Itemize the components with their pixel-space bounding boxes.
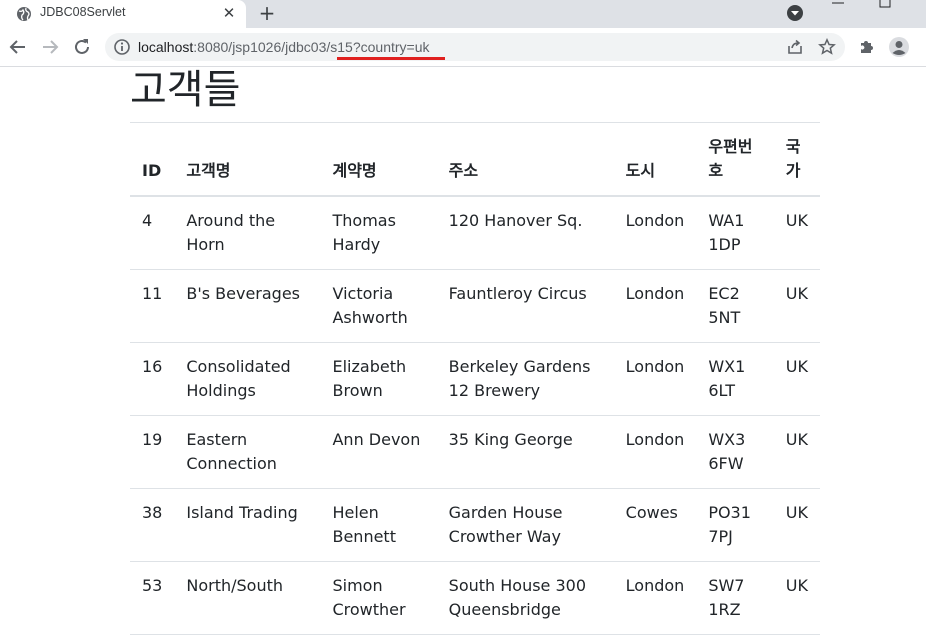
browser-tab[interactable]: JDBC08Servlet ✕	[0, 0, 246, 28]
table-row: 53 North/South Simon Crowther South Hous…	[130, 561, 820, 635]
cell-city: Cowes	[613, 488, 697, 562]
chevron-down-circle-icon[interactable]	[786, 4, 804, 22]
cell-contact-name: Thomas Hardy	[320, 196, 437, 270]
tab-strip: JDBC08Servlet ✕ +	[0, 0, 926, 28]
cell-city: London	[613, 196, 697, 270]
url-annotation-underline	[337, 57, 445, 60]
cell-city: London	[613, 561, 697, 635]
cell-address: South House 300 Queensbridge	[436, 561, 614, 635]
cell-contact-name: Elizabeth Brown	[320, 342, 437, 416]
header-customer-name: 고객명	[174, 123, 321, 197]
cell-id: 53	[130, 561, 175, 635]
cell-postal-code: WX1 6LT	[696, 342, 774, 416]
table-body: 4 Around the Horn Thomas Hardy 120 Hanov…	[130, 196, 820, 635]
cell-address: Garden House Crowther Way	[436, 488, 614, 562]
tab-title: JDBC08Servlet	[40, 5, 126, 19]
cell-customer-name: Around the Horn	[174, 196, 321, 270]
cell-address: Berkeley Gardens 12 Brewery	[436, 342, 614, 416]
cell-id: 38	[130, 488, 175, 562]
url-path: :8080/jsp1026/jdbc03/s15?country=uk	[193, 39, 430, 55]
cell-city: London	[613, 269, 697, 343]
url-text[interactable]: localhost:8080/jsp1026/jdbc03/s15?countr…	[138, 39, 430, 55]
cell-customer-name: Island Trading	[174, 488, 321, 562]
header-city: 도시	[613, 123, 697, 197]
minimize-icon[interactable]	[831, 0, 845, 6]
cell-contact-name: Simon Crowther	[320, 561, 437, 635]
close-icon[interactable]: ✕	[219, 3, 239, 23]
header-address: 주소	[436, 123, 614, 197]
cell-country: UK	[773, 269, 820, 343]
cell-country: UK	[773, 342, 820, 416]
share-icon[interactable]	[786, 38, 804, 56]
cell-customer-name: B's Beverages	[174, 269, 321, 343]
header-country: 국가	[773, 123, 820, 197]
page-title: 고객들	[130, 67, 241, 113]
customers-table: ID 고객명 계약명 주소 도시 우편번호 국가 4 Around the Ho…	[130, 123, 820, 635]
header-contact-name: 계약명	[320, 123, 437, 197]
star-icon[interactable]	[818, 38, 836, 56]
cell-address: 35 King George	[436, 415, 614, 489]
table-row: 16 Consolidated Holdings Elizabeth Brown…	[130, 342, 820, 416]
cell-id: 16	[130, 342, 175, 416]
table-row: 19 Eastern Connection Ann Devon 35 King …	[130, 415, 820, 489]
cell-city: London	[613, 415, 697, 489]
cell-country: UK	[773, 488, 820, 562]
cell-postal-code: WX3 6FW	[696, 415, 774, 489]
cell-postal-code: EC2 5NT	[696, 269, 774, 343]
reload-icon[interactable]	[71, 36, 93, 58]
cell-customer-name: North/South	[174, 561, 321, 635]
cell-contact-name: Victoria Ashworth	[320, 269, 437, 343]
info-icon[interactable]	[113, 38, 131, 56]
profile-icon[interactable]	[888, 36, 910, 58]
maximize-icon[interactable]	[879, 0, 891, 8]
header-id: ID	[130, 123, 175, 197]
arrow-right-icon[interactable]	[39, 36, 61, 58]
cell-address: Fauntleroy Circus	[436, 269, 614, 343]
cell-id: 11	[130, 269, 175, 343]
plus-icon[interactable]: +	[256, 2, 278, 24]
cell-customer-name: Consolidated Holdings	[174, 342, 321, 416]
table-row: 38 Island Trading Helen Bennett Garden H…	[130, 488, 820, 562]
cell-contact-name: Helen Bennett	[320, 488, 437, 562]
puzzle-icon[interactable]	[858, 38, 876, 56]
url-host: localhost	[138, 39, 194, 55]
cell-customer-name: Eastern Connection	[174, 415, 321, 489]
cell-postal-code: PO31 7PJ	[696, 488, 774, 562]
cell-id: 19	[130, 415, 175, 489]
cell-country: UK	[773, 196, 820, 270]
arrow-left-icon[interactable]	[7, 36, 29, 58]
table-row: 11 B's Beverages Victoria Ashworth Faunt…	[130, 269, 820, 343]
table-row: 4 Around the Horn Thomas Hardy 120 Hanov…	[130, 196, 820, 270]
cell-address: 120 Hanover Sq.	[436, 196, 614, 270]
cell-contact-name: Ann Devon	[320, 415, 437, 489]
cell-postal-code: WA1 1DP	[696, 196, 774, 270]
header-row: ID 고객명 계약명 주소 도시 우편번호 국가	[130, 123, 820, 197]
cell-id: 4	[130, 196, 175, 270]
cell-country: UK	[773, 415, 820, 489]
table-header: ID 고객명 계약명 주소 도시 우편번호 국가	[130, 123, 820, 197]
cell-postal-code: SW7 1RZ	[696, 561, 774, 635]
header-postal-code: 우편번호	[696, 123, 774, 197]
cell-country: UK	[773, 561, 820, 635]
cell-city: London	[613, 342, 697, 416]
globe-icon	[17, 7, 31, 21]
